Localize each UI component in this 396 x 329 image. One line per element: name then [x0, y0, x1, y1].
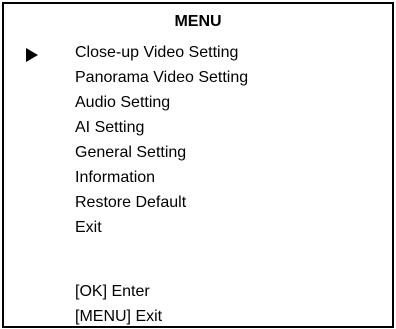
- menu-title: MENU: [174, 13, 222, 30]
- menu-item-exit[interactable]: Exit: [75, 215, 248, 240]
- menu-item-information[interactable]: Information: [75, 165, 248, 190]
- menu-item-close-up-video-setting[interactable]: Close-up Video Setting: [75, 40, 248, 65]
- osd-menu-panel: MENU Close-up Video Setting Panorama Vid…: [2, 2, 394, 328]
- key-hints: [OK] Enter [MENU] Exit: [75, 279, 162, 329]
- menu-list: Close-up Video Setting Panorama Video Se…: [75, 40, 248, 240]
- hint-ok-enter: [OK] Enter: [75, 283, 150, 300]
- menu-item-restore-default[interactable]: Restore Default: [75, 190, 248, 215]
- hint-menu-exit: [MENU] Exit: [75, 308, 163, 325]
- menu-item-panorama-video-setting[interactable]: Panorama Video Setting: [75, 65, 248, 90]
- menu-item-general-setting[interactable]: General Setting: [75, 140, 248, 165]
- menu-item-ai-setting[interactable]: AI Setting: [75, 115, 248, 140]
- right-triangle-icon: [26, 47, 38, 62]
- menu-item-audio-setting[interactable]: Audio Setting: [75, 90, 248, 115]
